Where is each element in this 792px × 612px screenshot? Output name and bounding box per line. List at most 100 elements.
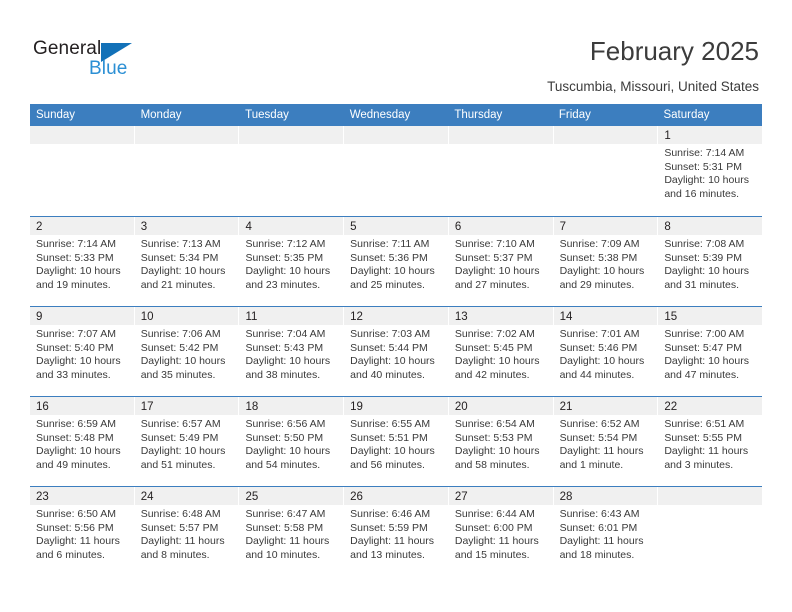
- day-number-band: 18: [239, 397, 344, 415]
- day-sun-info: Sunrise: 7:06 AM Sunset: 5:42 PM Daylight:…: [135, 325, 239, 382]
- calendar-day-cell[interactable]: 6 Sunrise: 7:10 AM Sunset: 5:37 PM Daylight…: [448, 217, 554, 306]
- calendar-day-cell[interactable]: 18 Sunrise: 6:56 AM Sunset: 5:50 PM Dayligh…: [239, 397, 345, 486]
- daylight-text: Daylight: 11 hours and 8 minutes.: [140, 535, 225, 561]
- sunset-text: Sunset: 5:53 PM: [454, 431, 533, 444]
- day-sun-info: Sunrise: 7:13 AM Sunset: 5:34 PM Daylight:…: [135, 235, 239, 292]
- day-number: 26: [350, 491, 363, 503]
- daylight-text: Daylight: 10 hours and 35 minutes.: [140, 355, 226, 381]
- sunrise-text: Sunrise: 7:07 AM: [36, 328, 116, 340]
- calendar-day-cell[interactable]: 17 Sunrise: 6:57 AM Sunset: 5:49 PM Dayligh…: [134, 397, 240, 486]
- calendar-day-cell[interactable]: 28 Sunrise: 6:43 AM Sunset: 6:01 PM Dayligh…: [553, 487, 659, 576]
- day-number: 23: [36, 491, 49, 503]
- sunset-text: Sunset: 5:37 PM: [454, 251, 533, 264]
- day-sun-info: Sunrise: 6:54 AM Sunset: 5:53 PM Daylight:…: [449, 415, 553, 472]
- sunset-text: Sunset: 5:51 PM: [350, 431, 428, 444]
- daylight-text: Daylight: 11 hours and 1 minute.: [559, 445, 644, 471]
- calendar-day-cell[interactable]: 23 Sunrise: 6:50 AM Sunset: 5:56 PM Dayligh…: [30, 487, 135, 576]
- calendar-day-cell[interactable]: 2 Sunrise: 7:14 AM Sunset: 5:33 PM Daylight…: [30, 217, 135, 306]
- calendar-day-cell-empty: [658, 487, 763, 576]
- day-number-band: 5: [344, 217, 448, 235]
- day-number: 8: [664, 221, 671, 233]
- page-header: General Blue February 2025 Tuscumbia, Mi…: [0, 0, 792, 104]
- daylight-text: Daylight: 10 hours and 38 minutes.: [245, 355, 331, 381]
- daylight-text: Daylight: 10 hours and 23 minutes.: [245, 265, 331, 291]
- calendar-week-row: 2 Sunrise: 7:14 AM Sunset: 5:33 PM Daylight…: [30, 216, 763, 306]
- day-number-band: 3: [134, 217, 239, 235]
- calendar-day-cell[interactable]: 25 Sunrise: 6:47 AM Sunset: 5:58 PM Dayligh…: [239, 487, 345, 576]
- weekday-header-row: Sunday Monday Tuesday Wednesday Thursday Frid…: [30, 104, 762, 126]
- sunset-text: Sunset: 5:35 PM: [245, 251, 324, 264]
- day-number-band: 7: [553, 217, 658, 235]
- day-sun-info: Sunrise: 6:57 AM Sunset: 5:49 PM Daylight:…: [135, 415, 239, 472]
- calendar-day-cell[interactable]: 19 Sunrise: 6:55 AM Sunset: 5:51 PM Dayligh…: [344, 397, 449, 486]
- day-number-band: 17: [134, 397, 239, 415]
- calendar-day-cell[interactable]: 8 Sunrise: 7:08 AM Sunset: 5:39 PM Daylight…: [658, 217, 763, 306]
- general-blue-logo[interactable]: General Blue: [33, 38, 163, 84]
- day-number-band: 25: [239, 487, 344, 505]
- sunrise-text: Sunrise: 6:54 AM: [454, 418, 535, 430]
- day-number: 22: [664, 401, 678, 413]
- calendar-day-cell[interactable]: 15 Sunrise: 7:00 AM Sunset: 5:47 PM Dayligh…: [658, 307, 763, 396]
- sunset-text: Sunset: 5:42 PM: [140, 341, 219, 354]
- daylight-text: Daylight: 10 hours and 31 minutes.: [664, 265, 749, 291]
- day-sun-info: Sunrise: 7:14 AM Sunset: 5:33 PM Daylight:…: [30, 235, 134, 292]
- sunrise-text: Sunrise: 6:59 AM: [36, 418, 116, 430]
- daylight-text: Daylight: 10 hours and 19 minutes.: [36, 265, 121, 291]
- day-number-band: 21: [553, 397, 658, 415]
- day-number-band: [658, 487, 763, 505]
- day-number: 6: [454, 221, 462, 233]
- calendar-day-cell[interactable]: 21 Sunrise: 6:52 AM Sunset: 5:54 PM Dayligh…: [553, 397, 659, 486]
- calendar-grid: Sunday Monday Tuesday Wednesday Thursday Frid…: [30, 104, 763, 576]
- calendar-day-cell[interactable]: 11 Sunrise: 7:04 AM Sunset: 5:43 PM Dayligh…: [239, 307, 345, 396]
- calendar-day-cell[interactable]: 20 Sunrise: 6:54 AM Sunset: 5:53 PM Dayligh…: [448, 397, 554, 486]
- day-number: 19: [350, 401, 363, 413]
- day-number: 3: [140, 221, 148, 233]
- calendar-day-cell[interactable]: 26 Sunrise: 6:46 AM Sunset: 5:59 PM Dayligh…: [344, 487, 449, 576]
- day-number: 10: [140, 311, 154, 323]
- day-number: 27: [454, 491, 468, 503]
- calendar-day-cell[interactable]: 27 Sunrise: 6:44 AM Sunset: 6:00 PM Dayligh…: [448, 487, 554, 576]
- day-number: 4: [245, 221, 252, 233]
- sunset-text: Sunset: 5:45 PM: [454, 341, 533, 354]
- calendar-day-cell[interactable]: 9 Sunrise: 7:07 AM Sunset: 5:40 PM Daylight…: [30, 307, 135, 396]
- sunset-text: Sunset: 5:47 PM: [664, 341, 742, 354]
- day-sun-info: Sunrise: 6:55 AM Sunset: 5:51 PM Daylight:…: [344, 415, 448, 472]
- calendar-week-row: 1 Sunrise: 7:14 AM Sunset: 5:31 PM Daylight…: [30, 126, 763, 216]
- day-number: 24: [140, 491, 154, 503]
- sunrise-text: Sunrise: 6:44 AM: [454, 508, 535, 520]
- logo-text-general: General: [33, 38, 102, 59]
- calendar-day-cell[interactable]: 12 Sunrise: 7:03 AM Sunset: 5:44 PM Dayligh…: [344, 307, 449, 396]
- day-number-band: 4: [239, 217, 344, 235]
- sunset-text: Sunset: 5:57 PM: [140, 521, 219, 534]
- sunset-text: Sunset: 5:58 PM: [245, 521, 324, 534]
- sunrise-text: Sunrise: 7:11 AM: [350, 238, 430, 250]
- calendar-day-cell[interactable]: 5 Sunrise: 7:11 AM Sunset: 5:36 PM Daylight…: [344, 217, 449, 306]
- calendar-day-cell[interactable]: 13 Sunrise: 7:02 AM Sunset: 5:45 PM Dayligh…: [448, 307, 554, 396]
- calendar-day-cell[interactable]: 10 Sunrise: 7:06 AM Sunset: 5:42 PM Dayligh…: [134, 307, 240, 396]
- calendar-day-cell[interactable]: 7 Sunrise: 7:09 AM Sunset: 5:38 PM Daylight…: [553, 217, 659, 306]
- calendar-day-cell[interactable]: 4 Sunrise: 7:12 AM Sunset: 5:35 PM Daylight…: [239, 217, 345, 306]
- calendar-day-cell[interactable]: 3 Sunrise: 7:13 AM Sunset: 5:34 PM Daylight…: [134, 217, 240, 306]
- calendar-day-cell[interactable]: 16 Sunrise: 6:59 AM Sunset: 5:48 PM Dayligh…: [30, 397, 135, 486]
- day-number-band: 10: [134, 307, 239, 325]
- day-sun-info: Sunrise: 6:50 AM Sunset: 5:56 PM Daylight:…: [30, 505, 134, 562]
- day-sun-info: Sunrise: 7:03 AM Sunset: 5:44 PM Daylight:…: [344, 325, 448, 382]
- day-sun-info: Sunrise: 6:47 AM Sunset: 5:58 PM Daylight:…: [239, 505, 343, 562]
- daylight-text: Daylight: 10 hours and 42 minutes.: [454, 355, 540, 381]
- daylight-text: Daylight: 10 hours and 58 minutes.: [454, 445, 540, 471]
- weekday-header-saturday: Saturday: [663, 109, 710, 121]
- sunset-text: Sunset: 5:46 PM: [559, 341, 638, 354]
- calendar-day-cell[interactable]: 24 Sunrise: 6:48 AM Sunset: 5:57 PM Dayligh…: [134, 487, 240, 576]
- calendar-day-cell[interactable]: 22 Sunrise: 6:51 AM Sunset: 5:55 PM Dayligh…: [658, 397, 763, 486]
- day-number-band: 24: [134, 487, 239, 505]
- calendar-day-cell-empty: [553, 126, 659, 216]
- page-subtitle-location: Tuscumbia, Missouri, United States: [547, 79, 759, 94]
- calendar-day-cell[interactable]: 1 Sunrise: 7:14 AM Sunset: 5:31 PM Daylight…: [658, 126, 763, 216]
- daylight-text: Daylight: 10 hours and 40 minutes.: [350, 355, 435, 381]
- daylight-text: Daylight: 10 hours and 16 minutes.: [664, 174, 749, 200]
- calendar-day-cell[interactable]: 14 Sunrise: 7:01 AM Sunset: 5:46 PM Dayligh…: [553, 307, 659, 396]
- day-number: 9: [36, 311, 43, 323]
- daylight-text: Daylight: 10 hours and 25 minutes.: [350, 265, 435, 291]
- daylight-text: Daylight: 11 hours and 15 minutes.: [454, 535, 539, 561]
- calendar-week-row: 23 Sunrise: 6:50 AM Sunset: 5:56 PM Dayligh…: [30, 486, 763, 576]
